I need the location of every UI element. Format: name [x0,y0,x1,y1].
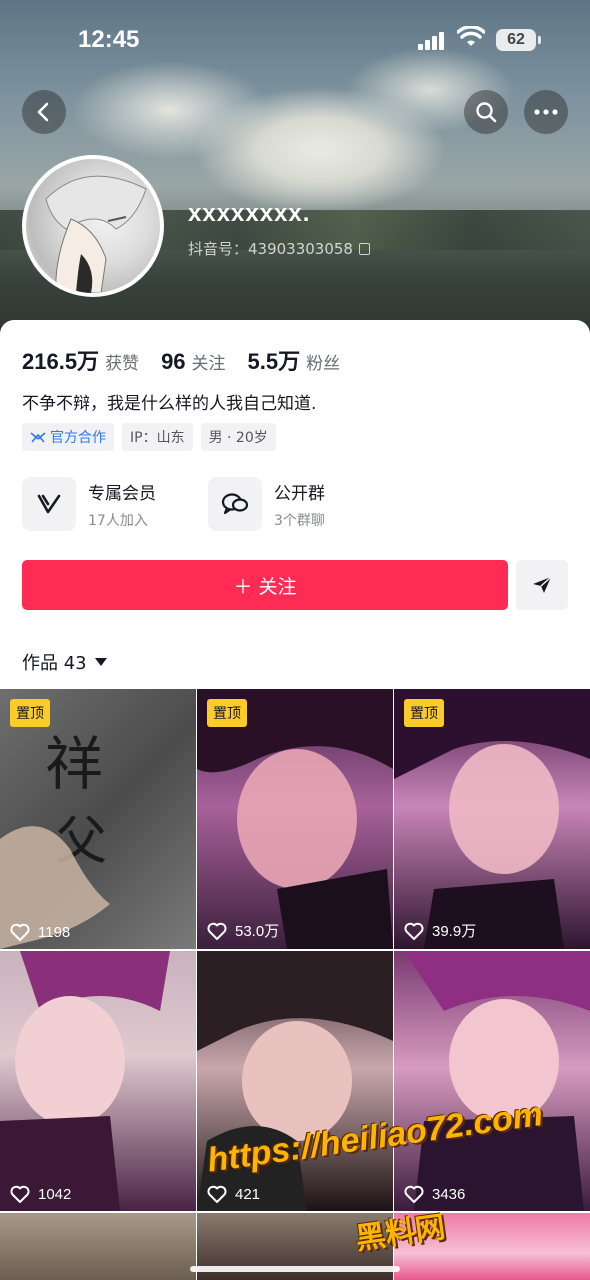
like-count-text: 1042 [38,1185,72,1203]
heart-icon [207,922,227,940]
send-icon [533,576,552,593]
group-chat-icon [221,493,249,515]
works-label: 作品 43 [22,653,87,674]
tag-label: 男 · 20岁 [208,430,268,446]
feature-title: 专属会员 [88,483,156,504]
feature-subtitle: 17人加入 [88,512,148,529]
stat-number: 96 [161,349,186,374]
caret-down-icon [94,658,107,666]
pinned-badge: 置顶 [404,699,444,727]
more-dots-icon [534,109,558,115]
pinned-badge: 置顶 [10,699,50,727]
bio-text: 不争不辩，我是什么样的人我自己知道. [22,394,317,414]
like-count-text: 53.0万 [235,923,280,940]
tag-ip: IP：山东 [122,423,193,451]
like-count: 1198 [10,923,70,941]
avatar-illustration [45,175,147,293]
feature-icon-box [22,477,76,531]
stat-following[interactable]: 96 关注 [161,349,225,375]
heart-icon [404,922,424,940]
heart-icon [404,1185,424,1203]
vip-icon [37,494,61,514]
search-icon [476,102,497,123]
home-indicator[interactable] [190,1266,400,1272]
heart-icon [207,1185,227,1203]
like-count: 39.9万 [404,920,476,941]
signal-icon [418,30,448,50]
like-count-text: 1198 [38,923,71,941]
douyin-id-text: 抖音号：43903303058 [188,240,353,258]
stat-label: 获赞 [105,354,140,374]
feature-text: 公开群 3个群聊 [274,479,325,530]
tag-label: 官方合作 [50,430,106,446]
tag-row: 官方合作 IP：山东 男 · 20岁 [22,423,284,451]
video-thumbnail[interactable]: 置顶 53.0万 [197,689,393,949]
feature-title: 公开群 [274,483,325,504]
status-bar: 12:45 62 [0,0,590,80]
video-thumbnail[interactable] [0,1213,196,1280]
video-thumbnail[interactable]: 置顶 39.9万 [394,689,590,949]
search-button[interactable] [464,90,508,134]
thumbnail-image [0,951,170,1211]
stat-number: 5.5万 [247,349,301,374]
like-count-text: 421 [235,1185,261,1203]
more-button[interactable] [524,90,568,134]
thumbnail-image [197,689,393,949]
official-cooperation-icon [30,432,46,443]
share-button[interactable] [516,560,568,610]
feature-icon-box [208,477,262,531]
wifi-icon [457,26,485,46]
chevron-left-icon [37,102,49,122]
like-count-text: 39.9万 [432,923,477,940]
username: xxxxxxxx. [188,200,311,227]
like-count: 1042 [10,1185,71,1203]
douyin-id[interactable]: 抖音号：43903303058 [188,238,370,259]
thumbnail-image: 祥 父 [0,730,110,949]
video-thumbnail[interactable]: 祥 父 置顶 1198 [0,689,196,949]
battery-indicator: 62 [496,29,541,51]
thumbnail-image [394,689,590,949]
follow-button[interactable]: ＋ 关注 [22,560,508,610]
stat-followers[interactable]: 5.5万 粉丝 [248,344,341,376]
stats-row: 216.5万 获赞 96 关注 5.5万 粉丝 [22,344,362,376]
tag-official-cooperation[interactable]: 官方合作 [22,423,114,451]
feature-membership[interactable]: 专属会员 17人加入 [22,477,156,531]
status-time: 12:45 [78,26,140,53]
heart-icon [10,923,30,941]
video-thumbnail[interactable]: 3436 [394,951,590,1211]
like-count: 3436 [404,1185,465,1203]
stat-likes[interactable]: 216.5万 获赞 [22,344,139,376]
like-count: 53.0万 [207,920,279,941]
like-count-text: 3436 [432,1185,466,1203]
tag-label: IP：山东 [130,430,185,446]
feature-group-chat[interactable]: 公开群 3个群聊 [208,477,325,531]
copy-icon[interactable] [358,243,370,255]
stat-number: 216.5万 [22,349,100,374]
feature-text: 专属会员 17人加入 [88,479,156,530]
feature-subtitle: 3个群聊 [274,512,325,529]
avatar[interactable] [22,155,164,297]
stat-label: 关注 [191,354,226,374]
back-button[interactable] [22,90,66,134]
works-tab[interactable]: 作品 43 [22,649,107,675]
stat-label: 粉丝 [306,354,341,374]
thumbnail-image [404,951,590,1211]
pinned-badge: 置顶 [207,699,247,727]
svg-text:祥: 祥 [45,730,103,798]
tag-gender-age: 男 · 20岁 [200,423,276,451]
video-thumbnail[interactable]: 1042 [0,951,196,1211]
heart-icon [10,1185,30,1203]
like-count: 421 [207,1185,260,1203]
